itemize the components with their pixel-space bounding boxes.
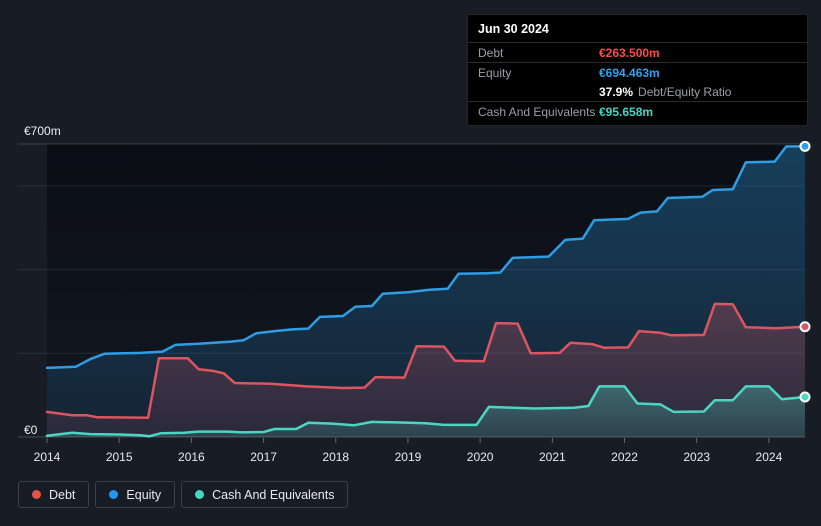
x-axis-label-2014: 2014	[34, 450, 61, 464]
tooltip-row-cash: Cash And Equivalents €95.658m	[468, 102, 807, 125]
x-axis-label-2019: 2019	[395, 450, 422, 464]
x-axis-label-2018: 2018	[322, 450, 349, 464]
tooltip-date: Jun 30 2024	[468, 15, 807, 43]
x-axis-label-2021: 2021	[539, 450, 566, 464]
x-axis-label-2023: 2023	[683, 450, 710, 464]
tooltip-cash-value: €95.658m	[599, 105, 654, 119]
legend-item-equity[interactable]: Equity	[95, 481, 176, 508]
chart-legend: Debt Equity Cash And Equivalents	[18, 481, 349, 508]
tooltip-row-ratio: 37.9% Debt/Equity Ratio	[468, 82, 807, 102]
tooltip-debt-value: €263.500m	[599, 46, 660, 60]
legend-item-debt[interactable]: Debt	[18, 481, 90, 508]
x-axis-label-2024: 2024	[756, 450, 783, 464]
y-axis-label-0: €0	[24, 423, 38, 437]
x-axis-label-2022: 2022	[611, 450, 638, 464]
cash-legend-dot	[195, 490, 205, 499]
tooltip-debt-label: Debt	[478, 46, 504, 60]
y-axis-label-700: €700m	[24, 124, 61, 138]
legend-item-cash-and-equivalents[interactable]: Cash And Equivalents	[181, 481, 349, 508]
tooltip-row-equity: Equity €694.463m	[468, 63, 807, 82]
tooltip-cash-label: Cash And Equivalents	[478, 105, 596, 119]
tooltip-equity-label: Equity	[478, 66, 512, 80]
equity-legend-label: Equity	[126, 487, 162, 502]
debt-end-dot	[799, 321, 811, 333]
cash-and-equivalents-end-dot	[799, 391, 811, 403]
cash-legend-label: Cash And Equivalents	[212, 487, 335, 502]
tooltip-row-debt: Debt €263.500m	[468, 43, 807, 63]
tooltip-ratio-label: Debt/Equity Ratio	[638, 85, 732, 99]
tooltip-equity-value: €694.463m	[599, 66, 660, 80]
chart-tooltip: Jun 30 2024 Debt €263.500m Equity €694.4…	[467, 14, 808, 126]
debt-equity-history-panel: 2014 2015 2016 2017 2018 2019 2020 2021 2022 2023…	[0, 0, 821, 526]
x-axis-label-2020: 2020	[467, 450, 494, 464]
equity-legend-dot	[109, 490, 119, 499]
debt-legend-label: Debt	[49, 487, 76, 502]
x-axis-label-2017: 2017	[250, 450, 277, 464]
tooltip-ratio-value: 37.9%	[599, 85, 634, 99]
equity-end-dot	[799, 140, 811, 152]
x-axis-label-2015: 2015	[106, 450, 133, 464]
x-axis-label-2016: 2016	[178, 450, 205, 464]
debt-legend-dot	[32, 490, 41, 499]
